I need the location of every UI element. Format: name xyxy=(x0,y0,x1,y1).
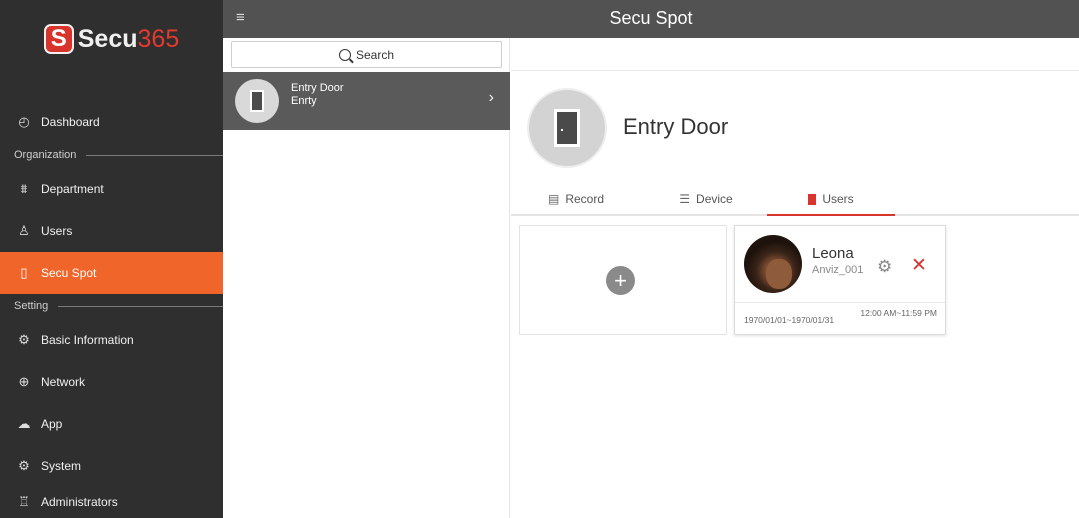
sidebar-item-label: Secu Spot xyxy=(41,266,97,280)
search-label: Search xyxy=(355,47,395,62)
time-range: 12:00 AM~11:59 PM xyxy=(860,308,937,318)
section-divider xyxy=(58,305,223,307)
tab-label: Users xyxy=(822,192,854,206)
spot-list-panel: Search Entry Door Enrty › xyxy=(223,38,510,518)
gear-icon: ⚙ xyxy=(18,458,30,473)
sidebar-item-app[interactable]: ☁ App xyxy=(0,403,223,445)
sidebar-item-label: Users xyxy=(41,224,73,238)
sidebar-item-department[interactable]: ⩩ Department xyxy=(0,168,223,210)
door-avatar-large xyxy=(529,90,605,166)
department-icon: ⩩ xyxy=(20,181,28,196)
user-icon: ♙ xyxy=(18,223,30,238)
cloud-icon: ☁ xyxy=(17,416,31,431)
section-label: Setting xyxy=(14,300,49,312)
tab-users[interactable]: Users xyxy=(767,184,895,216)
sidebar-item-label: Dashboard xyxy=(41,115,100,129)
sidebar-item-label: Administrators xyxy=(41,495,118,509)
user-name: Leona xyxy=(812,245,854,262)
sidebar-item-secu-spot[interactable]: ▯ Secu Spot xyxy=(0,252,223,294)
card-divider xyxy=(735,302,945,303)
door-icon xyxy=(250,90,264,112)
detail-panel: Entry Door ▤ Record ☰ Device Users + Leo… xyxy=(511,38,1079,518)
list-icon: ☰ xyxy=(679,192,691,206)
sidebar-item-dashboard[interactable]: ◴ Dashboard xyxy=(0,101,223,143)
sidebar-item-label: Department xyxy=(41,182,104,196)
tab-bar: ▤ Record ☰ Device Users xyxy=(511,184,1079,216)
list-item-entry-door[interactable]: Entry Door Enrty › xyxy=(223,72,510,130)
sidebar-item-users[interactable]: ♙ Users xyxy=(0,210,223,252)
dashboard-icon: ◴ xyxy=(18,114,30,129)
sidebar-item-label: System xyxy=(41,459,82,473)
add-user-card[interactable]: + xyxy=(519,225,727,335)
add-user-button[interactable]: + xyxy=(606,266,635,295)
top-bar: ≡ Secu Spot xyxy=(223,0,1079,38)
avatar xyxy=(744,235,802,293)
door-icon xyxy=(554,109,580,147)
avatar-face xyxy=(766,259,792,289)
sidebar-item-administrators[interactable]: ♖ Administrators xyxy=(0,486,223,518)
section-organization: Organization xyxy=(0,145,223,165)
logo-text: Secu365 xyxy=(78,25,179,54)
tab-record[interactable]: ▤ Record xyxy=(541,184,611,214)
page-title: Secu Spot xyxy=(609,8,693,28)
door-icon xyxy=(808,193,817,205)
globe-icon: ⊕ xyxy=(18,374,30,389)
section-divider xyxy=(86,154,223,156)
chevron-right-icon: › xyxy=(488,89,494,106)
search-button[interactable]: Search xyxy=(231,41,502,68)
tab-label: Device xyxy=(696,192,733,206)
date-range: 1970/01/01~1970/01/31 xyxy=(744,315,835,325)
sidebar-item-basic-information[interactable]: ⚙ Basic Information xyxy=(0,319,223,361)
search-icon xyxy=(338,48,351,61)
user-card: Leona Anviz_001 ⚙ ✕ 1970/01/01~1970/01/3… xyxy=(734,225,946,335)
logo-name: Secu xyxy=(77,24,138,53)
close-icon[interactable]: ✕ xyxy=(911,254,927,277)
sidebar-item-label: Basic Information xyxy=(41,333,134,347)
door-avatar xyxy=(235,79,279,123)
tab-label: Record xyxy=(565,192,605,206)
record-icon: ▤ xyxy=(547,192,560,206)
admin-icon: ♖ xyxy=(18,494,30,509)
sidebar-item-network[interactable]: ⊕ Network xyxy=(0,361,223,403)
section-setting: Setting xyxy=(0,296,223,316)
sidebar-item-system[interactable]: ⚙ System xyxy=(0,445,223,487)
sidebar: S Secu365 ◴ Dashboard Organization ⩩ Dep… xyxy=(0,0,223,518)
entity-title: Entry Door xyxy=(623,114,729,139)
detail-toolbar xyxy=(511,38,1079,71)
sidebar-item-label: App xyxy=(41,417,63,431)
door-icon: ▯ xyxy=(20,265,28,280)
user-id: Anviz_001 xyxy=(812,264,864,276)
brand-logo[interactable]: S Secu365 xyxy=(0,0,223,78)
sidebar-item-label: Network xyxy=(41,375,86,389)
section-label: Organization xyxy=(14,149,77,161)
list-item-name: Entry Door xyxy=(291,82,344,94)
tab-device[interactable]: ☰ Device xyxy=(671,184,741,214)
gear-icon[interactable]: ⚙ xyxy=(877,257,892,277)
logo-badge: S xyxy=(43,24,74,54)
list-item-sub: Enrty xyxy=(291,95,317,107)
gear-icon: ⚙ xyxy=(18,332,30,347)
logo-number: 365 xyxy=(137,24,180,53)
